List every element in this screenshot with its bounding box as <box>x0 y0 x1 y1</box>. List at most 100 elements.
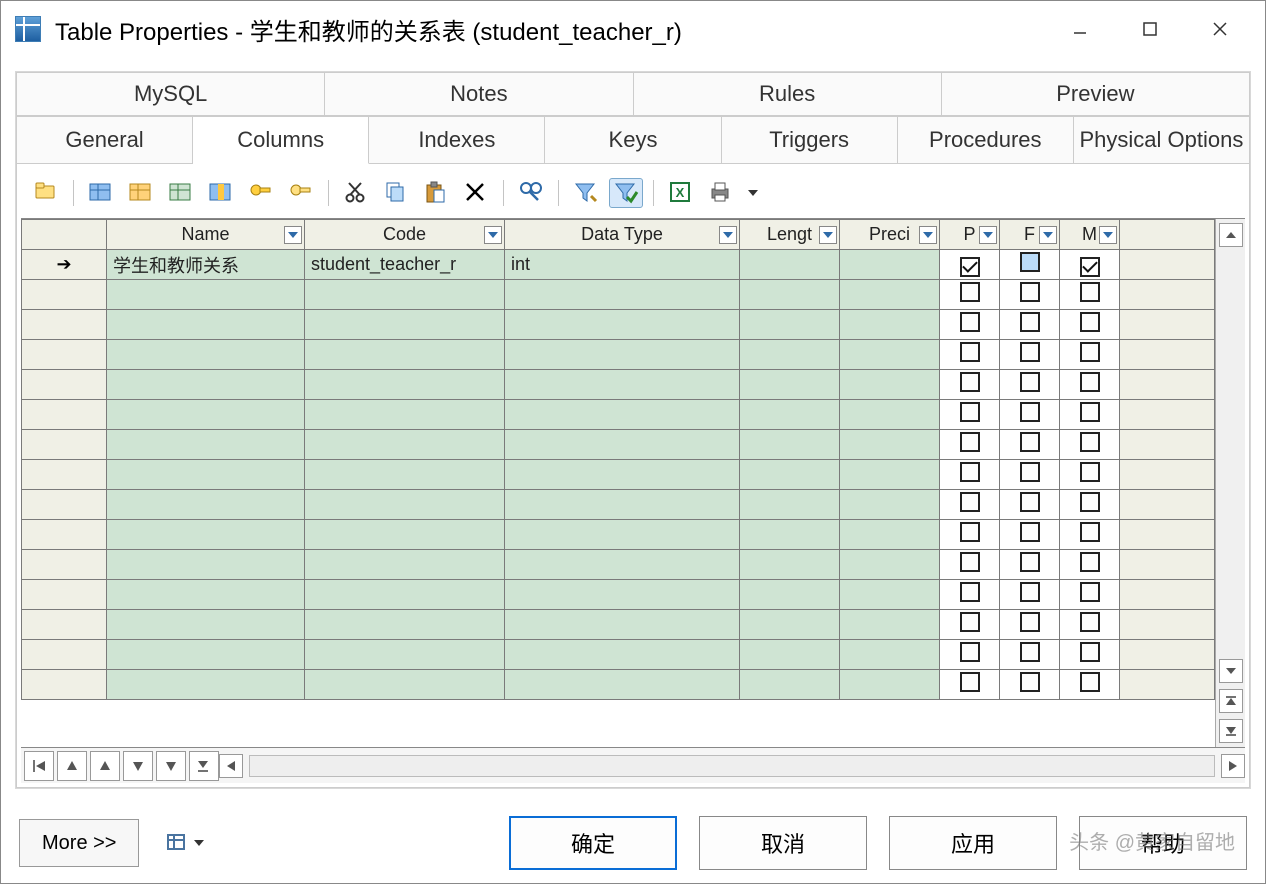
table-row[interactable] <box>22 490 1215 520</box>
checkbox[interactable] <box>960 402 980 422</box>
cell-name[interactable]: 学生和教师关系 <box>107 250 305 280</box>
filter-dropdown-icon[interactable] <box>1039 226 1057 244</box>
col-header-p[interactable]: P <box>940 220 1000 250</box>
cell-f[interactable] <box>1000 250 1060 280</box>
col-header-dtype[interactable]: Data Type <box>505 220 740 250</box>
filter-icon[interactable] <box>569 178 603 208</box>
table-row[interactable] <box>22 280 1215 310</box>
tab-rules[interactable]: Rules <box>634 72 942 116</box>
cancel-button[interactable]: 取消 <box>699 816 867 870</box>
move-bottom-icon[interactable] <box>1219 719 1243 743</box>
checkbox[interactable] <box>1080 312 1100 332</box>
scroll-up-icon[interactable] <box>1219 223 1243 247</box>
checkbox[interactable] <box>1020 402 1040 422</box>
checkbox[interactable] <box>1020 432 1040 452</box>
checkbox[interactable] <box>1020 282 1040 302</box>
apply-button[interactable]: 应用 <box>889 816 1057 870</box>
checkbox[interactable] <box>1020 552 1040 572</box>
checkbox[interactable] <box>960 612 980 632</box>
table-row[interactable] <box>22 310 1215 340</box>
checkbox[interactable] <box>1080 342 1100 362</box>
checkbox[interactable] <box>1080 462 1100 482</box>
insert-col-icon[interactable] <box>84 178 118 208</box>
help-button[interactable]: 帮助 <box>1079 816 1247 870</box>
checkbox[interactable] <box>1080 612 1100 632</box>
col-header-code[interactable]: Code <box>305 220 505 250</box>
filter-dropdown-icon[interactable] <box>484 226 502 244</box>
checkbox[interactable] <box>960 672 980 692</box>
add-col3-icon[interactable] <box>164 178 198 208</box>
apply-filter-icon[interactable] <box>609 178 643 208</box>
table-row[interactable] <box>22 580 1215 610</box>
checkbox[interactable] <box>960 372 980 392</box>
filter-dropdown-icon[interactable] <box>1099 226 1117 244</box>
checkbox[interactable] <box>1080 642 1100 662</box>
checkbox[interactable] <box>1020 372 1040 392</box>
move-last-icon[interactable] <box>189 751 219 781</box>
table-row[interactable] <box>22 670 1215 700</box>
table-row[interactable] <box>22 550 1215 580</box>
checkbox[interactable] <box>1080 282 1100 302</box>
checkbox[interactable] <box>960 432 980 452</box>
checkbox[interactable] <box>1080 492 1100 512</box>
tab-physical[interactable]: Physical Options <box>1074 116 1250 164</box>
checkbox[interactable] <box>960 582 980 602</box>
key2-icon[interactable] <box>284 178 318 208</box>
columns-grid[interactable]: NameCodeData TypeLengtPreciPFM ➔学生和教师关系s… <box>21 219 1215 747</box>
hscroll-track[interactable] <box>249 755 1215 777</box>
checkbox[interactable] <box>960 257 980 277</box>
maximize-button[interactable] <box>1115 1 1185 57</box>
tab-general[interactable]: General <box>16 116 193 164</box>
cut-icon[interactable] <box>339 178 373 208</box>
tab-columns[interactable]: Columns <box>193 116 369 164</box>
add-col-icon[interactable] <box>124 178 158 208</box>
print-dropdown-icon[interactable] <box>744 178 762 208</box>
move-first-icon[interactable] <box>24 751 54 781</box>
hscroll-left-icon[interactable] <box>219 754 243 778</box>
col-header-length[interactable]: Lengt <box>740 220 840 250</box>
tab-preview[interactable]: Preview <box>942 72 1250 116</box>
checkbox[interactable] <box>1080 582 1100 602</box>
tab-mysql[interactable]: MySQL <box>16 72 325 116</box>
cell-m[interactable] <box>1060 250 1120 280</box>
export-excel-icon[interactable]: X <box>664 178 698 208</box>
checkbox[interactable] <box>1080 432 1100 452</box>
table-row[interactable] <box>22 340 1215 370</box>
find-icon[interactable] <box>514 178 548 208</box>
checkbox[interactable] <box>1020 342 1040 362</box>
tab-triggers[interactable]: Triggers <box>722 116 898 164</box>
col-header-m[interactable]: M <box>1060 220 1120 250</box>
checkbox[interactable] <box>960 522 980 542</box>
template-dropdown[interactable] <box>157 823 213 863</box>
checkbox[interactable] <box>1020 462 1040 482</box>
filter-dropdown-icon[interactable] <box>284 226 302 244</box>
checkbox[interactable] <box>960 462 980 482</box>
checkbox[interactable] <box>960 492 980 512</box>
print-icon[interactable] <box>704 178 738 208</box>
filter-dropdown-icon[interactable] <box>979 226 997 244</box>
table-row[interactable] <box>22 520 1215 550</box>
tab-procedures[interactable]: Procedures <box>898 116 1074 164</box>
filter-dropdown-icon[interactable] <box>719 226 737 244</box>
table-row[interactable] <box>22 430 1215 460</box>
paste-icon[interactable] <box>419 178 453 208</box>
col-header-f[interactable]: F <box>1000 220 1060 250</box>
move-top-icon[interactable] <box>1219 689 1243 713</box>
table-row[interactable] <box>22 640 1215 670</box>
move-up-icon[interactable] <box>57 751 87 781</box>
cell-precision[interactable] <box>840 250 940 280</box>
tab-notes[interactable]: Notes <box>325 72 633 116</box>
checkbox[interactable] <box>1020 522 1040 542</box>
checkbox[interactable] <box>1080 552 1100 572</box>
col-header-prec[interactable]: Preci <box>840 220 940 250</box>
cell-code[interactable]: student_teacher_r <box>305 250 505 280</box>
move-next-icon[interactable] <box>123 751 153 781</box>
checkbox[interactable] <box>1080 402 1100 422</box>
scroll-down-icon[interactable] <box>1219 659 1243 683</box>
checkbox[interactable] <box>960 282 980 302</box>
ok-button[interactable]: 确定 <box>509 816 677 870</box>
table-row[interactable] <box>22 370 1215 400</box>
table-row[interactable] <box>22 610 1215 640</box>
checkbox[interactable] <box>1020 312 1040 332</box>
tab-indexes[interactable]: Indexes <box>369 116 545 164</box>
